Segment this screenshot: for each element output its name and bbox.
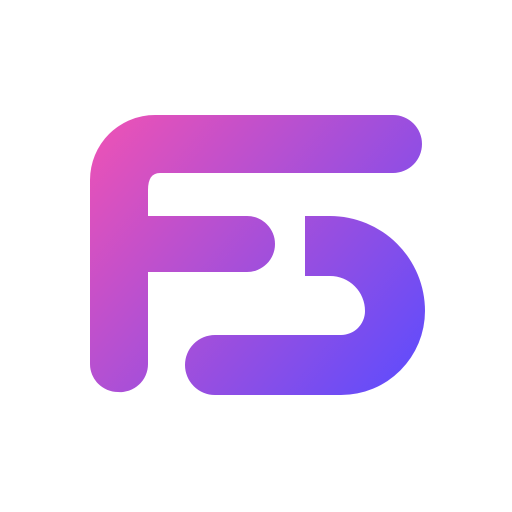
letter-f-middle-bar	[148, 216, 275, 272]
fs-monogram-logo	[90, 115, 425, 395]
logo-canvas	[0, 0, 512, 512]
